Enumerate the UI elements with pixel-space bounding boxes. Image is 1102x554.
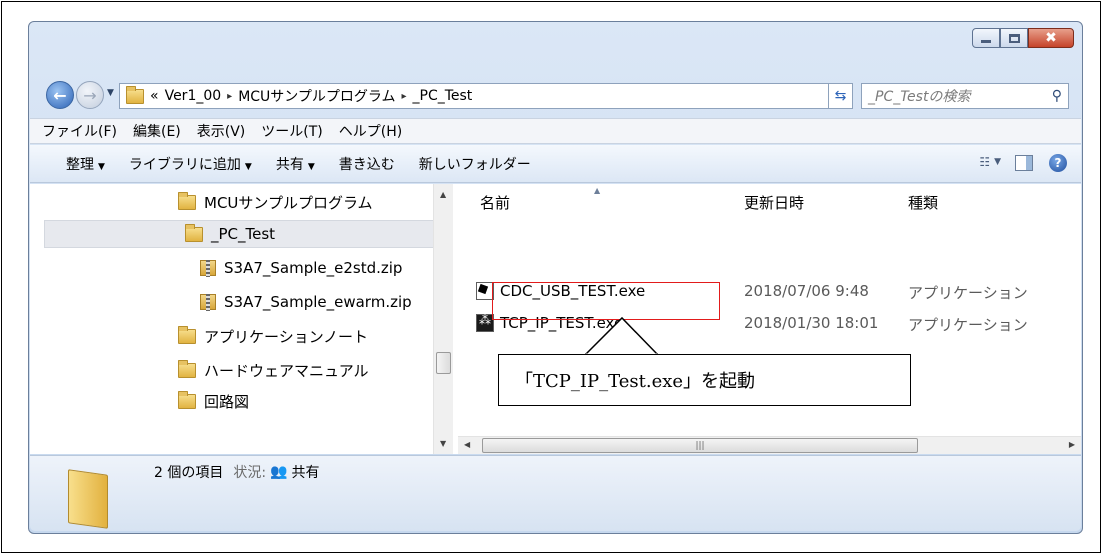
nav-item-hw-manual[interactable]: ハードウェアマニュアル: [178, 356, 369, 384]
menu-edit[interactable]: 編集(E): [133, 121, 181, 141]
chevron-down-icon: ▼: [994, 157, 1001, 167]
scroll-thumb[interactable]: [436, 352, 451, 374]
nav-item-app-notes[interactable]: アプリケーションノート: [178, 322, 368, 350]
folder-icon: [185, 223, 203, 242]
folder-icon: [178, 390, 196, 409]
column-header-type[interactable]: 種類: [908, 184, 938, 220]
share-button[interactable]: 共有 ▼: [276, 154, 315, 174]
shared-users-icon: 👥: [270, 464, 288, 480]
menu-file[interactable]: ファイル(F): [42, 121, 117, 141]
scroll-right-icon[interactable]: ▶: [1069, 440, 1075, 449]
maximize-button[interactable]: [1000, 28, 1028, 48]
folder-icon: [178, 359, 196, 378]
explorer-window: ✖ ← → ▼ « Ver1_00 ▸ MCUサンプルプログラム ▸ _PC_T…: [28, 21, 1083, 534]
scroll-left-icon[interactable]: ◀: [464, 440, 470, 449]
views-icon: ☷: [979, 155, 991, 169]
breadcrumb-pc-test[interactable]: _PC_Test: [413, 88, 473, 104]
highlight-box: [492, 282, 720, 320]
breadcrumb-separator-icon[interactable]: ▸: [401, 91, 406, 102]
address-overflow[interactable]: «: [150, 88, 159, 104]
item-count: 2 個の項目: [154, 465, 224, 481]
nav-item-mcu-sample[interactable]: MCUサンプルプログラム: [178, 188, 373, 216]
history-dropdown-icon[interactable]: ▼: [107, 88, 114, 98]
help-icon[interactable]: ?: [1049, 154, 1067, 172]
scroll-down-icon[interactable]: ▼: [440, 439, 446, 448]
column-header-date[interactable]: 更新日時: [744, 184, 804, 220]
folder-icon: [68, 469, 108, 529]
views-button[interactable]: ☷ ▼: [979, 155, 1001, 169]
back-button[interactable]: ←: [46, 81, 74, 109]
forward-button[interactable]: →: [76, 81, 104, 109]
navigation-pane: MCUサンプルプログラム _PC_Test S3A7_Sample_e2std.…: [30, 184, 457, 454]
column-header-name[interactable]: 名前: [480, 184, 510, 220]
caption-buttons: ✖: [972, 28, 1074, 48]
burn-button[interactable]: 書き込む: [339, 154, 395, 174]
add-to-library-button[interactable]: ライブラリに追加 ▼: [129, 154, 252, 174]
nav-item-ewarm-zip[interactable]: S3A7_Sample_ewarm.zip: [200, 288, 412, 316]
nav-item-pc-test[interactable]: _PC_Test: [44, 220, 434, 248]
scroll-up-icon[interactable]: ▲: [440, 190, 446, 199]
zip-folder-icon: [200, 260, 216, 277]
figure-frame: ✖ ← → ▼ « Ver1_00 ▸ MCUサンプルプログラム ▸ _PC_T…: [1, 1, 1101, 553]
organize-button[interactable]: 整理 ▼: [66, 154, 105, 174]
menu-tools[interactable]: ツール(T): [261, 121, 322, 141]
refresh-button[interactable]: ⇆: [829, 83, 853, 109]
sort-ascending-icon: ▲: [594, 186, 601, 195]
chevron-down-icon: ▼: [98, 161, 105, 172]
file-horizontal-scrollbar[interactable]: ◀ ||| ▶: [458, 436, 1081, 454]
breadcrumb-ver1-00[interactable]: Ver1_00: [165, 88, 222, 104]
refresh-icon: ⇆: [834, 88, 847, 104]
folder-icon: [178, 325, 196, 344]
arrow-right-icon: →: [83, 85, 97, 105]
zip-folder-icon: [200, 294, 216, 311]
arrow-left-icon: ←: [53, 85, 67, 105]
status-text: 2 個の項目 状況: 👥 共有: [154, 462, 320, 482]
menu-help[interactable]: ヘルプ(H): [339, 121, 402, 141]
folder-icon: [126, 85, 144, 104]
menu-view[interactable]: 表示(V): [197, 121, 246, 141]
minimize-icon: [981, 39, 991, 43]
search-icon[interactable]: ⚲: [1052, 88, 1062, 104]
state-label: 状況:: [233, 465, 267, 481]
close-icon: ✖: [1045, 30, 1057, 46]
nav-item-schematics[interactable]: 回路図: [178, 388, 249, 414]
nav-vertical-scrollbar[interactable]: ▲ ▼: [433, 184, 453, 454]
command-bar: 整理 ▼ ライブラリに追加 ▼ 共有 ▼ 書き込む 新しいフォルダー ☷ ▼ ?: [30, 145, 1081, 183]
callout-label: 「TCP_IP_Test.exe」を起動: [498, 354, 911, 406]
preview-pane-icon[interactable]: [1015, 155, 1033, 171]
address-bar[interactable]: « Ver1_00 ▸ MCUサンプルプログラム ▸ _PC_Test ▼: [119, 83, 900, 109]
close-button[interactable]: ✖: [1028, 28, 1074, 48]
search-input[interactable]: _PC_Testの検索 ⚲: [861, 83, 1069, 109]
scroll-thumb[interactable]: |||: [482, 438, 918, 453]
nav-item-e2std-zip[interactable]: S3A7_Sample_e2std.zip: [200, 254, 402, 282]
new-folder-button[interactable]: 新しいフォルダー: [419, 154, 531, 174]
search-placeholder: _PC_Testの検索: [868, 89, 971, 105]
chevron-down-icon: ▼: [307, 161, 315, 172]
maximize-icon: [1008, 33, 1020, 43]
minimize-button[interactable]: [972, 28, 1000, 48]
breadcrumb-mcu-sample[interactable]: MCUサンプルプログラム: [238, 86, 395, 106]
folder-icon: [178, 191, 196, 210]
details-pane: 2 個の項目 状況: 👥 共有: [30, 455, 1081, 531]
menu-bar: ファイル(F) 編集(E) 表示(V) ツール(T) ヘルプ(H): [30, 118, 1081, 144]
chevron-down-icon: ▼: [244, 161, 252, 172]
breadcrumb-separator-icon[interactable]: ▸: [227, 91, 232, 102]
state-value: 共有: [291, 465, 320, 481]
